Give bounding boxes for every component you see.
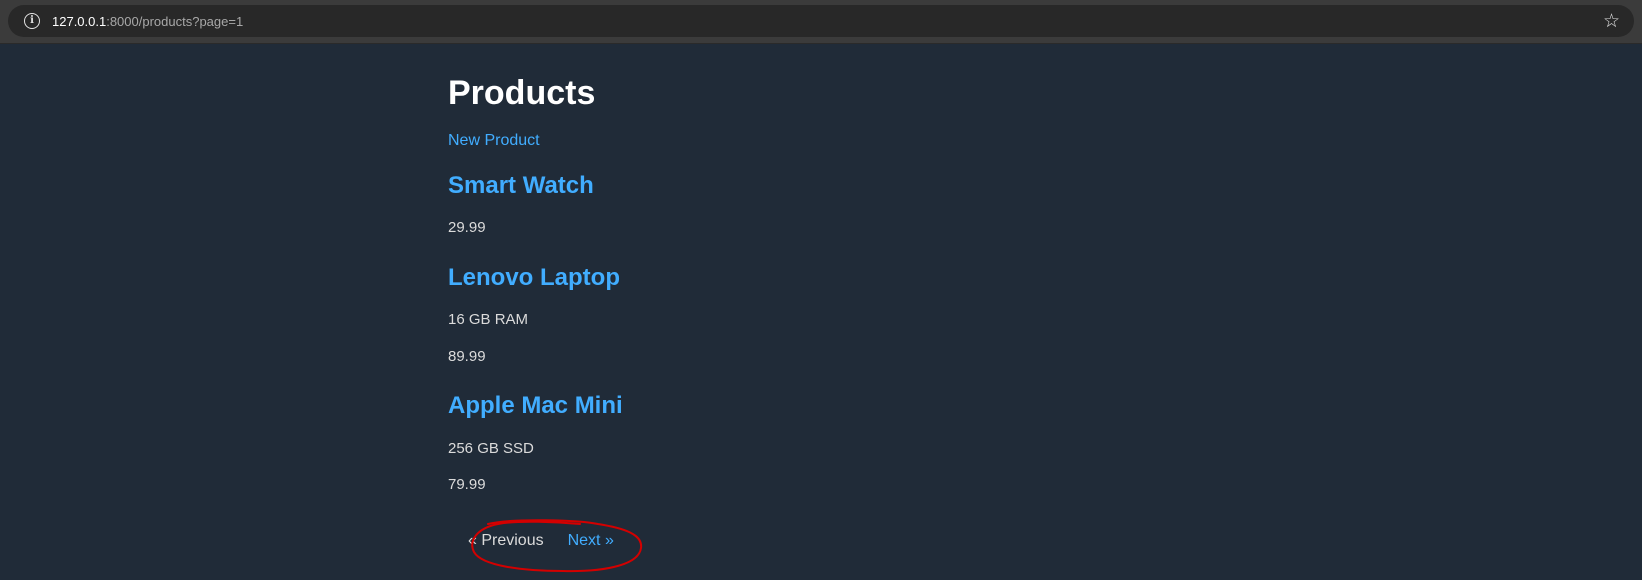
product-description: 16 GB RAM xyxy=(448,311,529,328)
bookmark-star-icon[interactable]: ☆ xyxy=(1603,9,1620,33)
url-path: :8000/products?page=1 xyxy=(106,13,244,29)
product-price: 29.99 xyxy=(448,219,486,236)
pagination: « Previous Next » xyxy=(468,532,614,550)
product-name-link[interactable]: Lenovo Laptop xyxy=(448,264,620,292)
address-bar[interactable]: i 127.0.0.1:8000/products?page=1 ☆ xyxy=(8,5,1634,37)
product-description: 256 GB SSD xyxy=(448,440,534,457)
page-title: Products xyxy=(448,74,596,112)
url-host: 127.0.0.1 xyxy=(52,13,107,29)
previous-page-link[interactable]: « Previous xyxy=(468,532,544,550)
browser-toolbar: i 127.0.0.1:8000/products?page=1 ☆ xyxy=(0,0,1642,44)
product-name-link[interactable]: Apple Mac Mini xyxy=(448,392,623,420)
url-text[interactable]: 127.0.0.1:8000/products?page=1 xyxy=(52,14,243,29)
product-price: 79.99 xyxy=(448,476,486,493)
new-product-link[interactable]: New Product xyxy=(448,132,540,150)
next-page-link[interactable]: Next » xyxy=(568,532,614,550)
product-price: 89.99 xyxy=(448,348,486,365)
site-info-icon[interactable]: i xyxy=(24,13,40,29)
product-name-link[interactable]: Smart Watch xyxy=(448,172,594,200)
